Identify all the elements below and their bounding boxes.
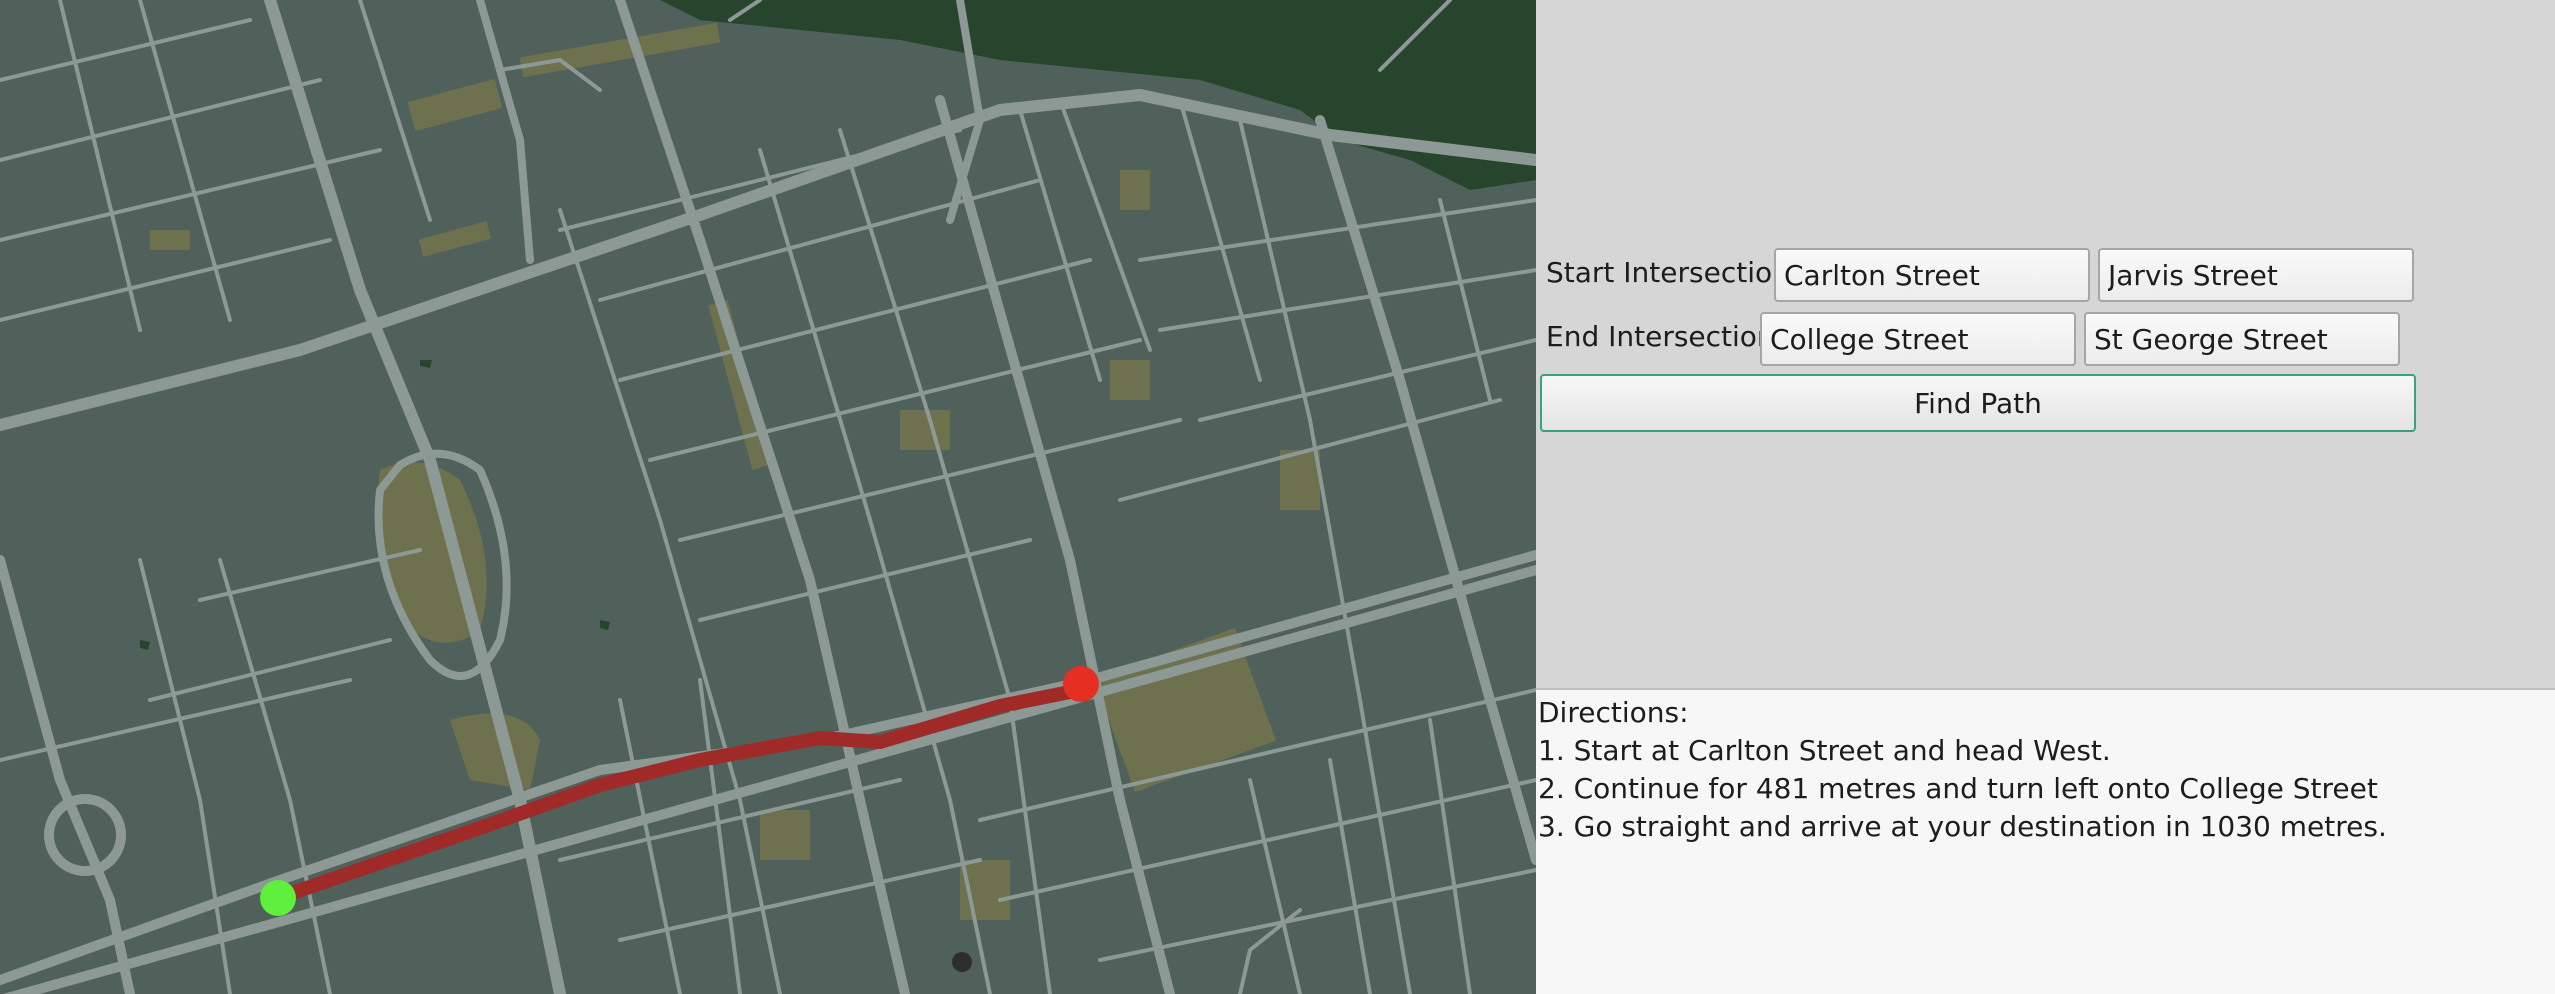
map-canvas[interactable] bbox=[0, 0, 1536, 994]
end-intersection-label: End Intersection bbox=[1546, 320, 1775, 353]
start-street-1-input[interactable] bbox=[1774, 248, 2090, 302]
start-intersection-label: Start Intersection bbox=[1546, 256, 1790, 289]
direction-step: 3. Go straight and arrive at your destin… bbox=[1538, 810, 2387, 843]
route-path bbox=[271, 683, 1087, 905]
directions-heading: Directions: bbox=[1538, 696, 1689, 729]
map-view[interactable] bbox=[0, 0, 1536, 994]
end-street-1-input[interactable] bbox=[1760, 312, 2076, 366]
end-street-2-input[interactable] bbox=[2084, 312, 2400, 366]
directions-panel: Directions: 1. Start at Carlton Street a… bbox=[1536, 688, 2555, 994]
direction-step: 1. Start at Carlton Street and head West… bbox=[1538, 734, 2111, 767]
find-path-button[interactable]: Find Path bbox=[1540, 374, 2416, 432]
end-marker[interactable] bbox=[1063, 666, 1099, 702]
start-marker[interactable] bbox=[260, 880, 296, 916]
direction-step: 2. Continue for 481 metres and turn left… bbox=[1538, 772, 2378, 805]
map-point-dark bbox=[952, 952, 972, 972]
start-street-2-input[interactable] bbox=[2098, 248, 2414, 302]
search-panel: Start Intersection End Intersection Find… bbox=[1536, 0, 2555, 688]
